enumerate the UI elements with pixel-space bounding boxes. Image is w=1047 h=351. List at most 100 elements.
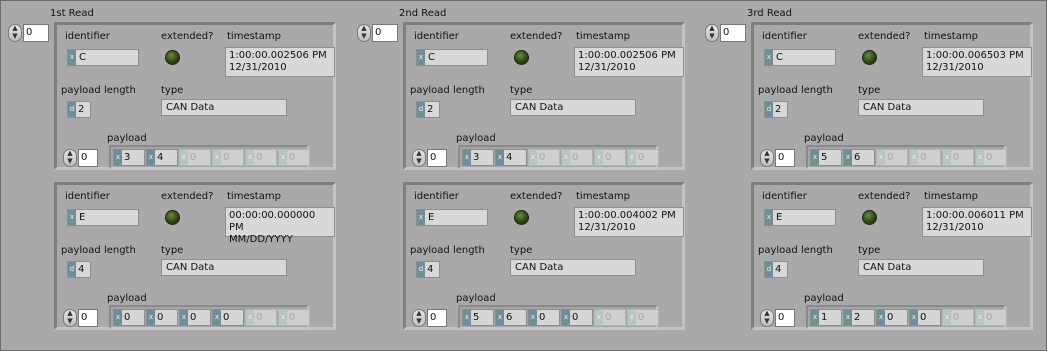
radix-indicator[interactable]: d — [417, 262, 425, 277]
radix-indicator[interactable]: x — [496, 310, 504, 325]
payload-byte: x0 — [909, 309, 941, 326]
radix-indicator[interactable]: x — [213, 310, 221, 325]
radix-indicator[interactable]: x — [910, 310, 918, 325]
radix-indicator[interactable]: x — [811, 150, 819, 165]
radix-indicator[interactable]: x — [529, 150, 537, 165]
payload-array: x5 x6 x0 x0 x0 x0 — [458, 305, 659, 329]
payload-index-field[interactable]: 0 — [78, 149, 98, 167]
index-spinner[interactable]: ▲ ▼ — [705, 24, 719, 42]
radix-indicator[interactable]: d — [68, 102, 76, 117]
radix-indicator[interactable]: x — [943, 150, 951, 165]
radix-indicator[interactable]: x — [628, 150, 636, 165]
payload-byte: x4 — [146, 149, 178, 166]
spin-down-icon[interactable]: ▼ — [64, 158, 76, 166]
radix-indicator[interactable]: x — [417, 50, 425, 65]
radix-indicator[interactable]: x — [811, 310, 819, 325]
payload-index-spinner[interactable]: ▲ ▼ — [412, 149, 426, 167]
spin-down-icon[interactable]: ▼ — [413, 158, 425, 166]
payload-index-spinner[interactable]: ▲ ▼ — [760, 149, 774, 167]
radix-indicator[interactable]: x — [279, 150, 287, 165]
index-field[interactable]: 0 — [23, 24, 49, 42]
radix-indicator[interactable]: x — [976, 150, 984, 165]
spin-down-icon[interactable]: ▼ — [761, 158, 773, 166]
radix-indicator[interactable]: x — [68, 50, 76, 65]
radix-indicator[interactable]: x — [180, 310, 188, 325]
radix-indicator[interactable]: x — [844, 150, 852, 165]
radix-indicator[interactable]: x — [529, 310, 537, 325]
array-index[interactable]: ▲ ▼ 0 — [357, 24, 405, 42]
radix-indicator[interactable]: x — [246, 150, 254, 165]
payload-byte: x5 — [462, 309, 494, 326]
payload-byte: x0 — [212, 149, 244, 166]
payload-index-field[interactable]: 0 — [78, 309, 98, 327]
radix-indicator[interactable]: d — [417, 102, 425, 117]
payload-index-field[interactable]: 0 — [427, 309, 447, 327]
radix-indicator[interactable]: x — [765, 50, 773, 65]
radix-indicator[interactable]: x — [417, 210, 425, 225]
radix-indicator[interactable]: x — [562, 310, 570, 325]
radix-indicator[interactable]: x — [114, 310, 122, 325]
spin-down-icon[interactable]: ▼ — [9, 33, 21, 41]
radix-indicator[interactable]: x — [765, 210, 773, 225]
timestamp-date: 12/31/2010 — [926, 222, 984, 233]
radix-indicator[interactable]: x — [877, 150, 885, 165]
radix-indicator[interactable]: x — [213, 150, 221, 165]
radix-indicator[interactable]: x — [279, 310, 287, 325]
radix-indicator[interactable]: x — [68, 210, 76, 225]
radix-indicator[interactable]: x — [628, 310, 636, 325]
radix-indicator[interactable]: x — [562, 150, 570, 165]
index-field[interactable]: 0 — [720, 24, 746, 42]
radix-indicator[interactable]: x — [976, 310, 984, 325]
payload-index-spinner[interactable]: ▲ ▼ — [412, 309, 426, 327]
payload-byte: x2 — [843, 309, 875, 326]
payload-array-index[interactable]: ▲ ▼ 0 — [760, 309, 808, 327]
radix-indicator[interactable]: x — [595, 310, 603, 325]
payload-index-field[interactable]: 0 — [427, 149, 447, 167]
index-spinner[interactable]: ▲ ▼ — [357, 24, 371, 42]
payload-index-field[interactable]: 0 — [775, 309, 795, 327]
radix-indicator[interactable]: x — [877, 310, 885, 325]
radix-indicator[interactable]: x — [496, 150, 504, 165]
read-title: 1st Read — [50, 8, 94, 19]
radix-indicator[interactable]: x — [463, 310, 471, 325]
radix-indicator[interactable]: x — [147, 150, 155, 165]
payload-byte: x0 — [278, 149, 310, 166]
radix-indicator[interactable]: x — [180, 150, 188, 165]
payload-array-index[interactable]: ▲ ▼ 0 — [63, 309, 111, 327]
spin-down-icon[interactable]: ▼ — [64, 318, 76, 326]
extended-label: extended? — [161, 31, 214, 42]
radix-indicator[interactable]: x — [910, 150, 918, 165]
timestamp-indicator: 1:00:00.006011 PM 12/31/2010 — [922, 207, 1032, 237]
type-value: CAN Data — [166, 262, 215, 273]
spin-down-icon[interactable]: ▼ — [761, 318, 773, 326]
timestamp-time: 1:00:00.002506 PM — [578, 50, 676, 61]
radix-indicator[interactable]: x — [147, 310, 155, 325]
radix-indicator[interactable]: x — [844, 310, 852, 325]
payload-array-index[interactable]: ▲ ▼ 0 — [412, 149, 460, 167]
spin-down-icon[interactable]: ▼ — [358, 33, 370, 41]
spin-down-icon[interactable]: ▼ — [706, 33, 718, 41]
payload-array-index[interactable]: ▲ ▼ 0 — [412, 309, 460, 327]
radix-indicator[interactable]: x — [943, 310, 951, 325]
spin-down-icon[interactable]: ▼ — [413, 318, 425, 326]
payload-index-spinner[interactable]: ▲ ▼ — [63, 149, 77, 167]
radix-indicator[interactable]: x — [595, 150, 603, 165]
index-field[interactable]: 0 — [372, 24, 398, 42]
payload-index-spinner[interactable]: ▲ ▼ — [63, 309, 77, 327]
radix-indicator[interactable]: d — [765, 102, 773, 117]
index-spinner[interactable]: ▲ ▼ — [8, 24, 22, 42]
payload-index-spinner[interactable]: ▲ ▼ — [760, 309, 774, 327]
radix-indicator[interactable]: x — [114, 150, 122, 165]
radix-indicator[interactable]: x — [463, 150, 471, 165]
radix-indicator[interactable]: x — [246, 310, 254, 325]
payload-array-index[interactable]: ▲ ▼ 0 — [63, 149, 111, 167]
array-index[interactable]: ▲ ▼ 0 — [705, 24, 753, 42]
payload-byte-value: 0 — [638, 312, 645, 323]
radix-indicator[interactable]: d — [765, 262, 773, 277]
payload-array-index[interactable]: ▲ ▼ 0 — [760, 149, 808, 167]
payload-index-field[interactable]: 0 — [775, 149, 795, 167]
payload-byte: x0 — [876, 309, 908, 326]
radix-indicator[interactable]: d — [68, 262, 76, 277]
array-index[interactable]: ▲ ▼ 0 — [8, 24, 56, 42]
payload-label: payload — [107, 293, 147, 304]
